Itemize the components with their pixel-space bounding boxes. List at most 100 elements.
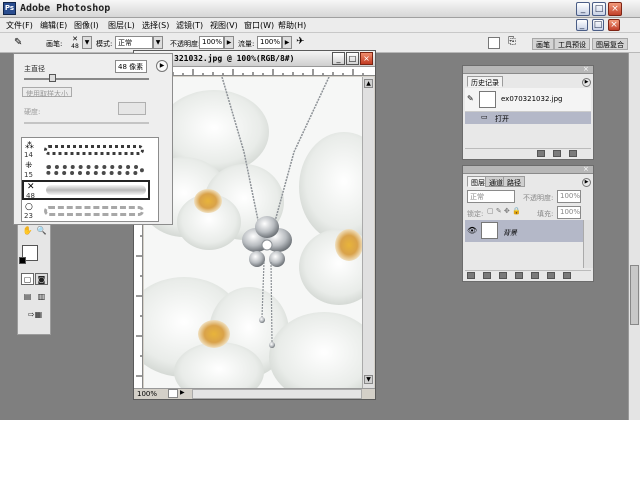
menu-filter[interactable]: 滤镜(T) [176, 20, 203, 31]
snapshot-thumbnail [479, 91, 496, 108]
menu-view[interactable]: 视图(V) [210, 20, 238, 31]
flow-input[interactable]: 100% [257, 36, 282, 49]
hardness-input[interactable] [118, 102, 146, 115]
maximize-button[interactable]: □ [592, 2, 606, 16]
list-item[interactable]: ⁜ 15 [22, 160, 150, 180]
document-close-button[interactable]: × [360, 52, 373, 65]
screen-mode-standard-icon[interactable]: ▤ [21, 291, 34, 303]
delete-state-icon[interactable] [569, 150, 577, 157]
minimize-button[interactable]: _ [576, 2, 590, 16]
document-vertical-scrollbar[interactable]: ▲ ▼ [362, 77, 374, 388]
close-button[interactable]: × [608, 2, 622, 16]
layers-scrollbar[interactable] [583, 220, 593, 268]
menu-file[interactable]: 文件(F) [6, 20, 33, 31]
history-menu-button[interactable]: ▶ [582, 78, 591, 87]
screen-mode-full-icon[interactable]: ▥ [35, 291, 48, 303]
zoom-tool-icon[interactable]: 🔍 [35, 225, 48, 237]
jump-to-imageready-icon[interactable]: ⇨▦ [21, 309, 49, 321]
standard-mode-icon[interactable]: ▢ [21, 273, 34, 285]
layer-opacity-input[interactable]: 100% [557, 190, 581, 203]
quick-mask-icon[interactable]: ◙ [35, 273, 48, 285]
layer-blend-mode-select[interactable]: 正常 [467, 190, 515, 203]
title-bar: Ps Adobe Photoshop _ □ × [0, 0, 640, 18]
status-info-button[interactable] [168, 389, 178, 398]
history-palette-header[interactable]: × [463, 65, 593, 74]
layers-menu-button[interactable]: ▶ [582, 178, 591, 187]
menu-bar: 文件(F) 编辑(E) 图像(I) 图层(L) 选择(S) 滤镜(T) 视图(V… [0, 18, 640, 33]
menu-select[interactable]: 选择(S) [142, 20, 169, 31]
history-brush-source-icon[interactable]: ✎ [467, 94, 474, 103]
list-item[interactable]: ⁂ 14 [22, 140, 150, 160]
layer-mask-icon[interactable] [499, 272, 507, 279]
layers-palette-close-icon[interactable]: × [583, 165, 589, 173]
delete-layer-icon[interactable] [563, 272, 571, 279]
adjustment-layer-icon[interactable] [515, 272, 523, 279]
layer-name: 背景 [503, 229, 517, 237]
mode-dropdown-arrow[interactable]: ▼ [153, 36, 163, 49]
link-layers-icon[interactable] [467, 272, 475, 279]
document-minimize-button[interactable]: _ [332, 52, 345, 65]
new-document-from-state-icon[interactable] [537, 150, 545, 157]
doc-restore-button[interactable]: □ [592, 19, 604, 31]
fill-input[interactable]: 100% [557, 206, 581, 219]
well-tab-brushes[interactable]: 画笔 [532, 38, 554, 50]
doc-minimize-button[interactable]: _ [576, 19, 588, 31]
well-tab-tool-presets[interactable]: 工具预设 [554, 38, 590, 50]
history-palette-close-icon[interactable]: × [583, 65, 589, 73]
panel-menu-button[interactable]: ▶ [156, 60, 168, 72]
hardness-slider-track[interactable] [24, 122, 149, 124]
doc-close-button[interactable]: × [608, 19, 620, 31]
tab-paths[interactable]: 路径 [503, 176, 525, 187]
history-step-row[interactable]: ▭ 打开 [465, 112, 591, 124]
workspace-scroll-thumb[interactable] [630, 265, 639, 325]
layers-palette-header[interactable]: × [463, 165, 593, 174]
mode-select[interactable]: 正常 [115, 36, 153, 49]
file-browser-icon[interactable] [488, 37, 500, 49]
opacity-input[interactable]: 100% [199, 36, 224, 49]
layer-visibility-eye-icon[interactable]: 👁 [467, 226, 477, 235]
master-diameter-input[interactable]: 48 像素 [115, 60, 147, 73]
history-snapshot-row[interactable]: ✎ ex070321032.jpg [465, 88, 591, 112]
document-maximize-button[interactable]: □ [346, 52, 359, 65]
list-item[interactable]: ✕ 48 [22, 180, 150, 200]
mode-label: 模式: [96, 40, 113, 48]
menu-help[interactable]: 帮助(H) [278, 20, 306, 31]
zoom-level[interactable]: 100% [137, 390, 157, 398]
use-sample-size-button[interactable]: 使用取样大小 [22, 87, 72, 98]
layers-palette: × 图层 通道 路径 ▶ 正常 不透明度: 100% 锁定: ▢ ✎ ✥ 🔒 填… [462, 165, 594, 282]
image-canvas[interactable] [144, 77, 362, 388]
scroll-up-button[interactable]: ▲ [364, 79, 373, 88]
new-group-icon[interactable] [531, 272, 539, 279]
photoshop-app-icon: Ps [3, 2, 16, 15]
brush-size-value: 48 [71, 43, 79, 50]
brush-tool-preset-icon[interactable]: ✎ [14, 37, 28, 49]
diameter-slider-track[interactable] [24, 78, 149, 80]
airbrush-icon[interactable]: ✈ [296, 36, 310, 50]
layer-style-icon[interactable] [483, 272, 491, 279]
new-layer-icon[interactable] [547, 272, 555, 279]
brush-picker[interactable]: ✕ 48 [68, 35, 82, 51]
diameter-slider-thumb[interactable] [49, 74, 56, 82]
palette-well-icon[interactable]: ⎘ [508, 36, 522, 50]
status-arrow-icon[interactable]: ▶ [180, 389, 188, 398]
brush-picker-dropdown[interactable]: ▼ [82, 36, 92, 49]
brush-preset-list[interactable]: ⁂ 14 ⁜ 15 ✕ 48 ○ 23 ▲ ▼ [21, 137, 159, 222]
lock-icons[interactable]: ▢ ✎ ✥ 🔒 [487, 207, 521, 215]
menu-layer[interactable]: 图层(L) [108, 20, 135, 31]
layer-row-background[interactable]: 👁 背景 [465, 220, 583, 242]
opacity-slider-button[interactable]: ▶ [224, 36, 234, 49]
tab-history[interactable]: 历史记录 [467, 76, 503, 87]
list-item[interactable]: ○ 23 [22, 201, 150, 221]
hand-tool-icon[interactable]: ✋ [21, 225, 34, 237]
foreground-color-swatch[interactable] [19, 257, 26, 264]
menu-image[interactable]: 图像(I) [74, 20, 99, 31]
flow-slider-button[interactable]: ▶ [282, 36, 292, 49]
menu-edit[interactable]: 编辑(E) [40, 20, 67, 31]
well-tab-layer-comps[interactable]: 图层复合 [592, 38, 628, 50]
menu-window[interactable]: 窗口(W) [244, 20, 274, 31]
new-snapshot-icon[interactable] [553, 150, 561, 157]
toolbox: ✋ 🔍 ▢ ◙ ▤ ▥ ⇨▦ [17, 220, 51, 335]
document-horizontal-scrollbar[interactable] [192, 389, 362, 399]
scroll-down-button[interactable]: ▼ [364, 375, 373, 384]
workspace-scrollbar[interactable] [628, 53, 640, 420]
